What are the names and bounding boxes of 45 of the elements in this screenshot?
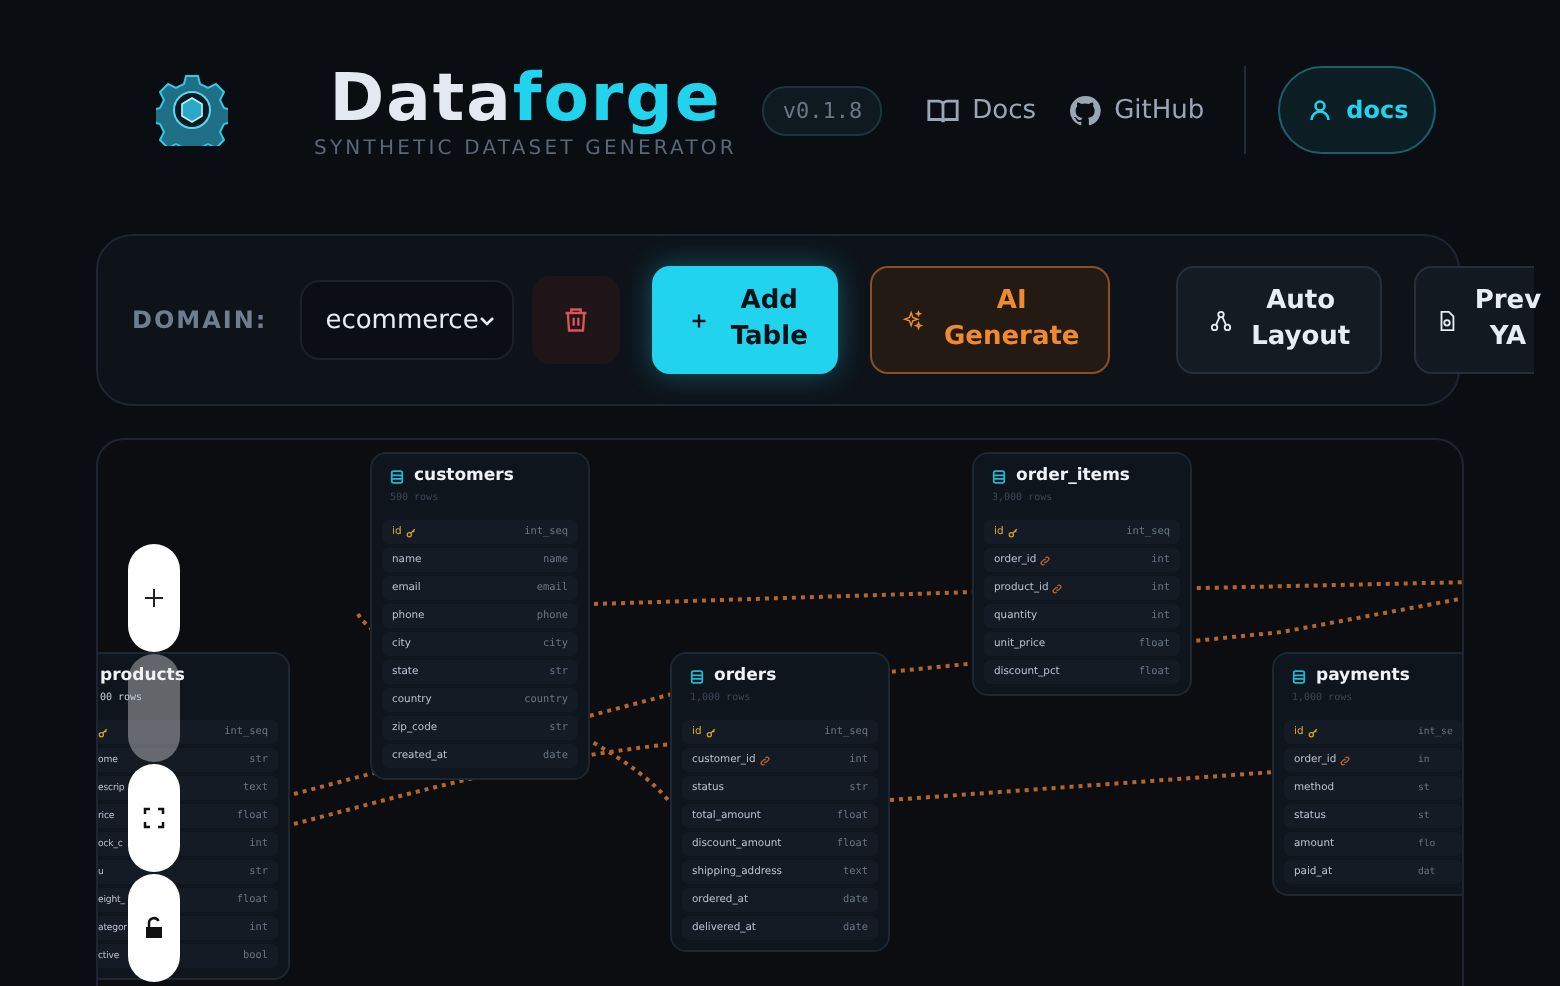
ai-generate-button[interactable]: AI Generate (870, 266, 1111, 374)
key-icon (1007, 527, 1018, 537)
database-icon (690, 669, 704, 683)
table-name: customers (414, 466, 514, 486)
gear-logo-icon (156, 74, 228, 146)
database-icon (992, 469, 1006, 483)
tagline: SYNTHETIC DATASET GENERATOR (314, 137, 737, 159)
person-icon (1308, 98, 1333, 122)
plus-icon (142, 586, 166, 610)
table-name: payments (1316, 666, 1410, 686)
lock-icon (142, 916, 166, 940)
key-icon (705, 727, 716, 737)
link-icon (1052, 583, 1063, 593)
file-icon (1436, 309, 1459, 331)
table-name: order_items (1016, 466, 1130, 486)
zoom-in-button[interactable] (128, 544, 180, 652)
domain-label: DOMAIN: (132, 306, 268, 334)
github-link[interactable]: GitHub (1068, 93, 1205, 127)
link-icon (1340, 755, 1351, 765)
version-badge: v0.1.8 (762, 85, 883, 135)
auto-layout-button[interactable]: Auto Layout (1176, 266, 1383, 374)
logo-text-end: forge (512, 61, 722, 133)
logo-text-start: Data (329, 61, 513, 133)
key-icon (1307, 727, 1318, 737)
docs-link[interactable]: Docs (926, 93, 1037, 127)
database-icon (1292, 669, 1306, 683)
nodes-icon (1209, 309, 1232, 331)
user-button[interactable]: docs (1278, 66, 1437, 154)
delete-button[interactable] (532, 276, 621, 364)
lock-button[interactable] (128, 874, 180, 982)
fit-view-button[interactable] (128, 764, 180, 872)
key-icon (405, 527, 416, 537)
database-icon (390, 469, 404, 483)
plus-icon (688, 309, 711, 331)
table-name: orders (714, 666, 777, 686)
link-icon (1040, 555, 1051, 565)
github-icon (1068, 93, 1103, 127)
key-icon (98, 727, 108, 737)
domain-select[interactable]: ecommerce (299, 280, 515, 360)
trash-icon (562, 306, 591, 334)
add-table-button[interactable]: Add Table (652, 266, 839, 374)
expand-icon (142, 806, 166, 830)
sparkle-icon (901, 309, 924, 331)
chevron-down-icon (478, 311, 497, 329)
link-icon (759, 755, 770, 765)
